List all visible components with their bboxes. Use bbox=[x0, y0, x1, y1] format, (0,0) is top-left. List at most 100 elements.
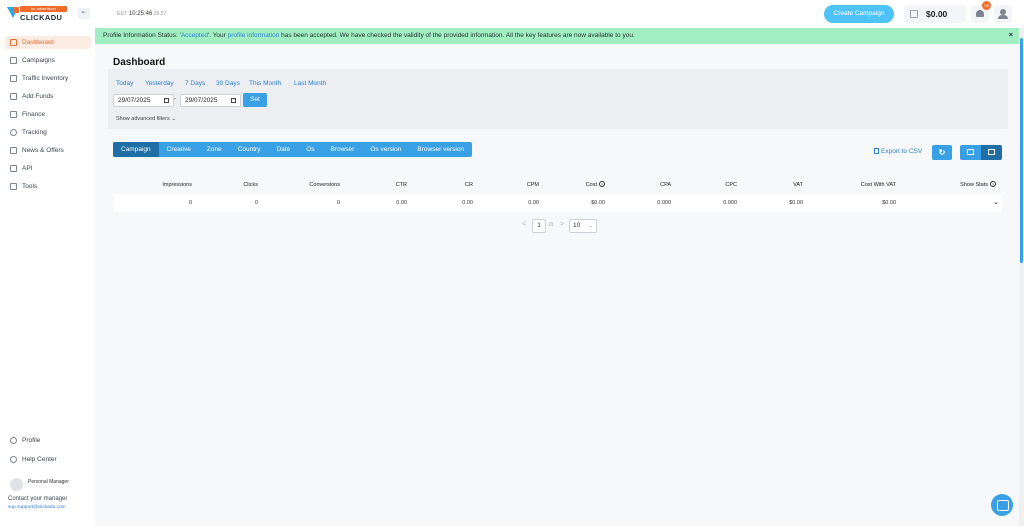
sidebar-item-dashboard[interactable]: Dashboard bbox=[5, 36, 91, 49]
tab-zone[interactable]: Zone bbox=[199, 142, 230, 157]
cell-clicks: 0 bbox=[254, 200, 258, 206]
cell-ctr: 0.00 bbox=[396, 200, 407, 206]
scrollbar[interactable] bbox=[1019, 28, 1024, 526]
scrollbar-thumb[interactable] bbox=[1020, 38, 1023, 263]
tab-date[interactable]: Date bbox=[268, 142, 298, 157]
next-page-button[interactable]: > bbox=[560, 221, 564, 228]
manager-email-link[interactable]: sup.support@clickadu.com bbox=[8, 505, 66, 510]
sidebar: Dashboard Campaigns Traffic Inventory Ad… bbox=[0, 28, 95, 526]
tab-campaign[interactable]: Campaign bbox=[113, 142, 159, 157]
col-cost-with-vat[interactable]: Cost With VAT bbox=[861, 176, 896, 194]
sidebar-item-news-offers[interactable]: News & Offers bbox=[5, 144, 91, 157]
manager-avatar bbox=[10, 478, 23, 491]
range-last-month[interactable]: Last Month bbox=[294, 80, 326, 87]
cell-cpm: 0.00 bbox=[528, 200, 539, 206]
clock-date: 29.07 bbox=[153, 11, 167, 17]
export-csv-link[interactable]: Export to CSV bbox=[874, 148, 922, 155]
question-icon[interactable]: ? bbox=[990, 181, 996, 187]
show-advanced-filters-toggle[interactable]: Show advanced filters ⌄ bbox=[116, 116, 176, 122]
cell-cost: $0.00 bbox=[591, 200, 605, 206]
tracking-icon bbox=[10, 129, 17, 136]
col-cr[interactable]: CR bbox=[465, 176, 473, 194]
range-yesterday[interactable]: Yesterday bbox=[145, 80, 174, 87]
alert-status: Accepted bbox=[180, 32, 208, 39]
col-vat[interactable]: VAT bbox=[793, 176, 803, 194]
date-to-value: 29/07/2025 bbox=[185, 97, 218, 104]
expand-row-chevron-icon[interactable]: ⌄ bbox=[993, 194, 999, 212]
gift-icon bbox=[10, 147, 17, 154]
tab-browser-version[interactable]: Browser version bbox=[409, 142, 472, 157]
main-content: Profile Information Status: 'Accepted'. … bbox=[95, 28, 1024, 526]
col-cpm[interactable]: CPM bbox=[527, 176, 539, 194]
page-title: Dashboard bbox=[113, 57, 166, 68]
col-impressions[interactable]: Impressions bbox=[162, 176, 192, 194]
sidebar-item-label: Campaigns bbox=[22, 57, 55, 64]
create-campaign-button[interactable]: Create Campaign bbox=[824, 5, 894, 23]
chat-support-button[interactable] bbox=[991, 494, 1013, 516]
sidebar-item-tools[interactable]: Tools bbox=[5, 180, 91, 193]
col-clicks[interactable]: Clicks bbox=[243, 176, 258, 194]
sidebar-item-campaigns[interactable]: Campaigns bbox=[5, 54, 91, 67]
tab-os-version[interactable]: Os version bbox=[362, 142, 409, 157]
set-date-button[interactable]: Set bbox=[243, 93, 267, 107]
sidebar-item-finance[interactable]: Finance bbox=[5, 108, 91, 121]
question-icon[interactable]: ? bbox=[599, 181, 605, 187]
sidebar-item-label: API bbox=[22, 165, 33, 172]
notifications-button[interactable]: 15 bbox=[971, 1, 991, 23]
dashboard-icon bbox=[10, 39, 17, 46]
server-clock: EST: 10:25:46 29.07 bbox=[117, 11, 166, 17]
col-cost[interactable]: Cost? bbox=[586, 176, 605, 194]
user-menu-button[interactable] bbox=[994, 5, 1012, 23]
calendar-icon bbox=[231, 98, 236, 103]
close-icon[interactable]: × bbox=[1009, 28, 1013, 44]
col-cpc[interactable]: CPC bbox=[725, 176, 737, 194]
tab-country[interactable]: Country bbox=[230, 142, 269, 157]
date-to-input[interactable]: 29/07/2025 bbox=[180, 94, 241, 107]
col-cpa[interactable]: CPA bbox=[660, 176, 671, 194]
prev-page-button[interactable]: < bbox=[522, 221, 526, 228]
user-icon bbox=[998, 9, 1008, 19]
inventory-icon bbox=[10, 75, 17, 82]
cell-cpa: 0.000 bbox=[657, 200, 671, 206]
date-from-input[interactable]: 29/07/2025 bbox=[113, 94, 174, 107]
sidebar-item-traffic-inventory[interactable]: Traffic Inventory bbox=[5, 72, 91, 85]
col-ctr[interactable]: CTR bbox=[396, 176, 407, 194]
range-7-days[interactable]: 7 Days bbox=[185, 80, 205, 87]
chart-view-button[interactable] bbox=[960, 145, 981, 160]
profile-status-alert: Profile Information Status: 'Accepted'. … bbox=[95, 28, 1020, 44]
advanced-filters-label: Show advanced filters bbox=[116, 116, 170, 122]
clickadu-logo[interactable]: for advertisers CLICKADU bbox=[7, 6, 67, 22]
sidebar-item-api[interactable]: API bbox=[5, 162, 91, 175]
collapse-sidebar-button[interactable]: ⇤ bbox=[78, 8, 90, 19]
file-icon bbox=[874, 148, 879, 154]
sidebar-item-profile[interactable]: Profile bbox=[5, 434, 91, 447]
range-30-days[interactable]: 30 Days bbox=[216, 80, 240, 87]
alert-text-prefix: Profile Information Status: ' bbox=[103, 32, 181, 39]
tab-os[interactable]: Os bbox=[298, 142, 322, 157]
table-header: Impressions Clicks Conversions CTR CR CP… bbox=[113, 176, 1002, 194]
balance-widget[interactable]: $0.00 bbox=[904, 5, 966, 23]
sidebar-item-label: News & Offers bbox=[22, 147, 64, 154]
table-row: 0 0 0 0.00 0.00 0.00 $0.00 0.000 0.000 $… bbox=[113, 194, 1002, 212]
sidebar-item-label: Profile bbox=[22, 437, 41, 444]
date-separator: - bbox=[174, 96, 177, 103]
page-size-select[interactable]: 10 ⌄ bbox=[569, 219, 597, 233]
sidebar-item-add-funds[interactable]: Add Funds bbox=[5, 90, 91, 103]
refresh-button[interactable]: ↻ bbox=[932, 145, 952, 160]
col-conversions[interactable]: Conversions bbox=[309, 176, 340, 194]
current-page-input[interactable]: 1 bbox=[532, 219, 546, 233]
tab-browser[interactable]: Browser bbox=[323, 142, 363, 157]
table-view-button[interactable] bbox=[981, 145, 1002, 160]
tab-creative[interactable]: Creative bbox=[159, 142, 199, 157]
range-this-month[interactable]: This Month bbox=[249, 80, 281, 87]
date-from-value: 29/07/2025 bbox=[118, 97, 151, 104]
sidebar-item-tracking[interactable]: Tracking bbox=[5, 126, 91, 139]
export-csv-label: Export to CSV bbox=[881, 148, 923, 155]
chevron-down-icon: ⌄ bbox=[588, 223, 593, 229]
collapse-left-icon: ⇤ bbox=[81, 10, 87, 16]
col-show-stats-label: Show Stats bbox=[960, 182, 988, 188]
profile-information-link[interactable]: profile information bbox=[228, 32, 280, 39]
range-today[interactable]: Today bbox=[116, 80, 133, 87]
sidebar-item-help-center[interactable]: Help Center bbox=[5, 453, 91, 466]
col-show-stats[interactable]: Show Stats? bbox=[960, 176, 996, 194]
